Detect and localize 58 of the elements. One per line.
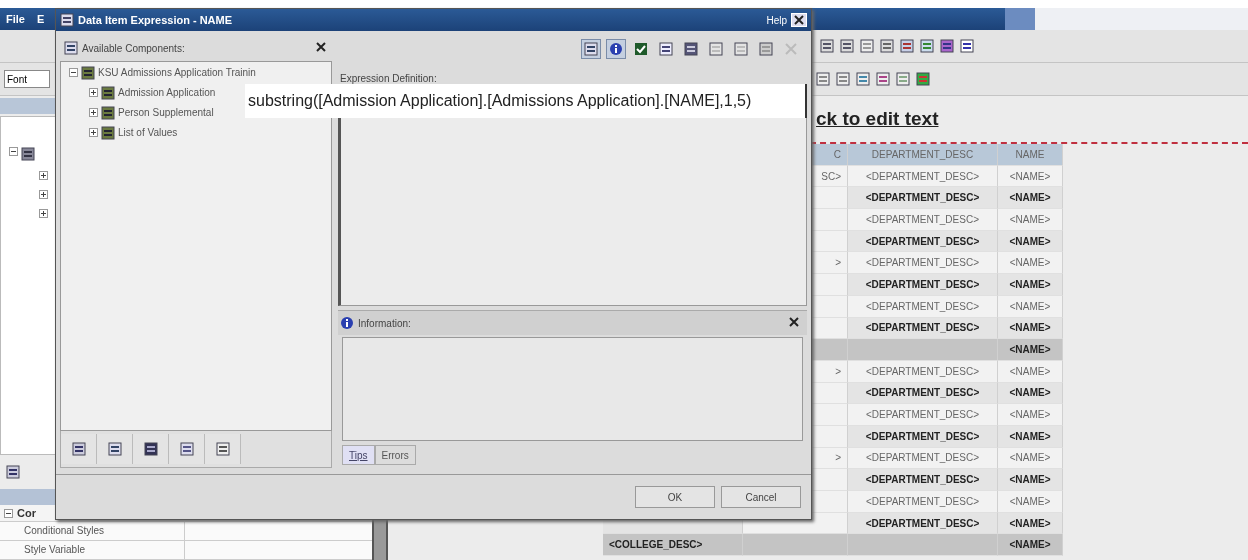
table-cell: <DEPARTMENT_DESC> [848,491,998,513]
property-group-label[interactable]: Cor [17,507,36,519]
table-cell: <NAME> [998,534,1063,557]
column-header[interactable]: NAME [998,144,1063,166]
tab[interactable]: Tips [342,445,375,465]
table-cell: <DEPARTMENT_DESC> [848,447,998,470]
table-cell: <DEPARTMENT_DESC> [848,404,998,426]
cancel-button[interactable]: Cancel [721,486,801,508]
table-cell: <NAME> [998,165,1063,188]
table-cell: <DEPARTMENT_DESC> [848,274,998,296]
table-cell: <NAME> [998,382,1063,405]
table-cell: <NAME> [998,425,1063,448]
tree-item[interactable]: Admission Application [118,87,216,98]
report-heading[interactable]: ck to edit text [816,108,939,130]
property-name: Conditional Styles [0,522,185,540]
table-cell: <NAME> [998,339,1063,361]
table-cell: <DEPARTMENT_DESC> [848,230,998,253]
table-cell: <NAME> [998,469,1063,491]
expression-tooltip: substring([Admission Application].[Admissions Application].[NAME],1,5) [245,84,807,118]
table-cell: <NAME> [998,317,1063,340]
pane-title: Available Components: [82,42,185,54]
table-cell: <NAME> [998,447,1063,470]
tree-item[interactable]: List of Values [118,127,178,138]
table-cell: <DEPARTMENT_DESC> [848,469,998,491]
table-cell: <NAME> [998,404,1063,426]
tree-item[interactable]: Person Supplemental [118,107,214,118]
table-cell: <NAME> [998,274,1063,296]
table-cell: <DEPARTMENT_DESC> [848,187,998,210]
table-cell: <DEPARTMENT_DESC> [848,252,998,275]
table-cell: <NAME> [998,512,1063,535]
font-field[interactable]: Font [4,70,50,88]
table-cell: <DEPARTMENT_DESC> [848,165,998,188]
table-cell: <NAME> [998,209,1063,231]
ok-button[interactable]: OK [635,486,715,508]
table-cell: <NAME> [998,252,1063,275]
table-cell: <DEPARTMENT_DESC> [848,360,998,383]
field-label: Expression Definition: [340,73,438,84]
table-cell: <COLLEGE_DESC> [603,534,743,557]
table-cell: <NAME> [998,295,1063,318]
table-cell: <DEPARTMENT_DESC> [848,295,998,318]
tab[interactable]: Errors [374,445,416,465]
property-name: Style Variable [0,541,185,559]
table-cell: <DEPARTMENT_DESC> [848,209,998,231]
tree-item[interactable]: KSU Admissions Application Trainin [98,67,256,78]
column-header[interactable]: DEPARTMENT_DESC [848,144,998,166]
table-cell: <NAME> [998,230,1063,253]
table-cell: <NAME> [998,491,1063,513]
table-cell: <NAME> [998,360,1063,383]
dialog-title: Data Item Expression - NAME [78,14,233,26]
menu-item[interactable]: E [30,13,51,25]
table-cell: <NAME> [998,187,1063,210]
pane-title: Information: [358,317,411,329]
table-cell: <DEPARTMENT_DESC> [848,512,998,535]
table-cell: <DEPARTMENT_DESC> [848,425,998,448]
menu-item[interactable]: File [0,13,31,25]
table-cell: <DEPARTMENT_DESC> [848,317,998,340]
table-cell: <DEPARTMENT_DESC> [848,382,998,405]
help-link[interactable]: Help [766,14,787,26]
